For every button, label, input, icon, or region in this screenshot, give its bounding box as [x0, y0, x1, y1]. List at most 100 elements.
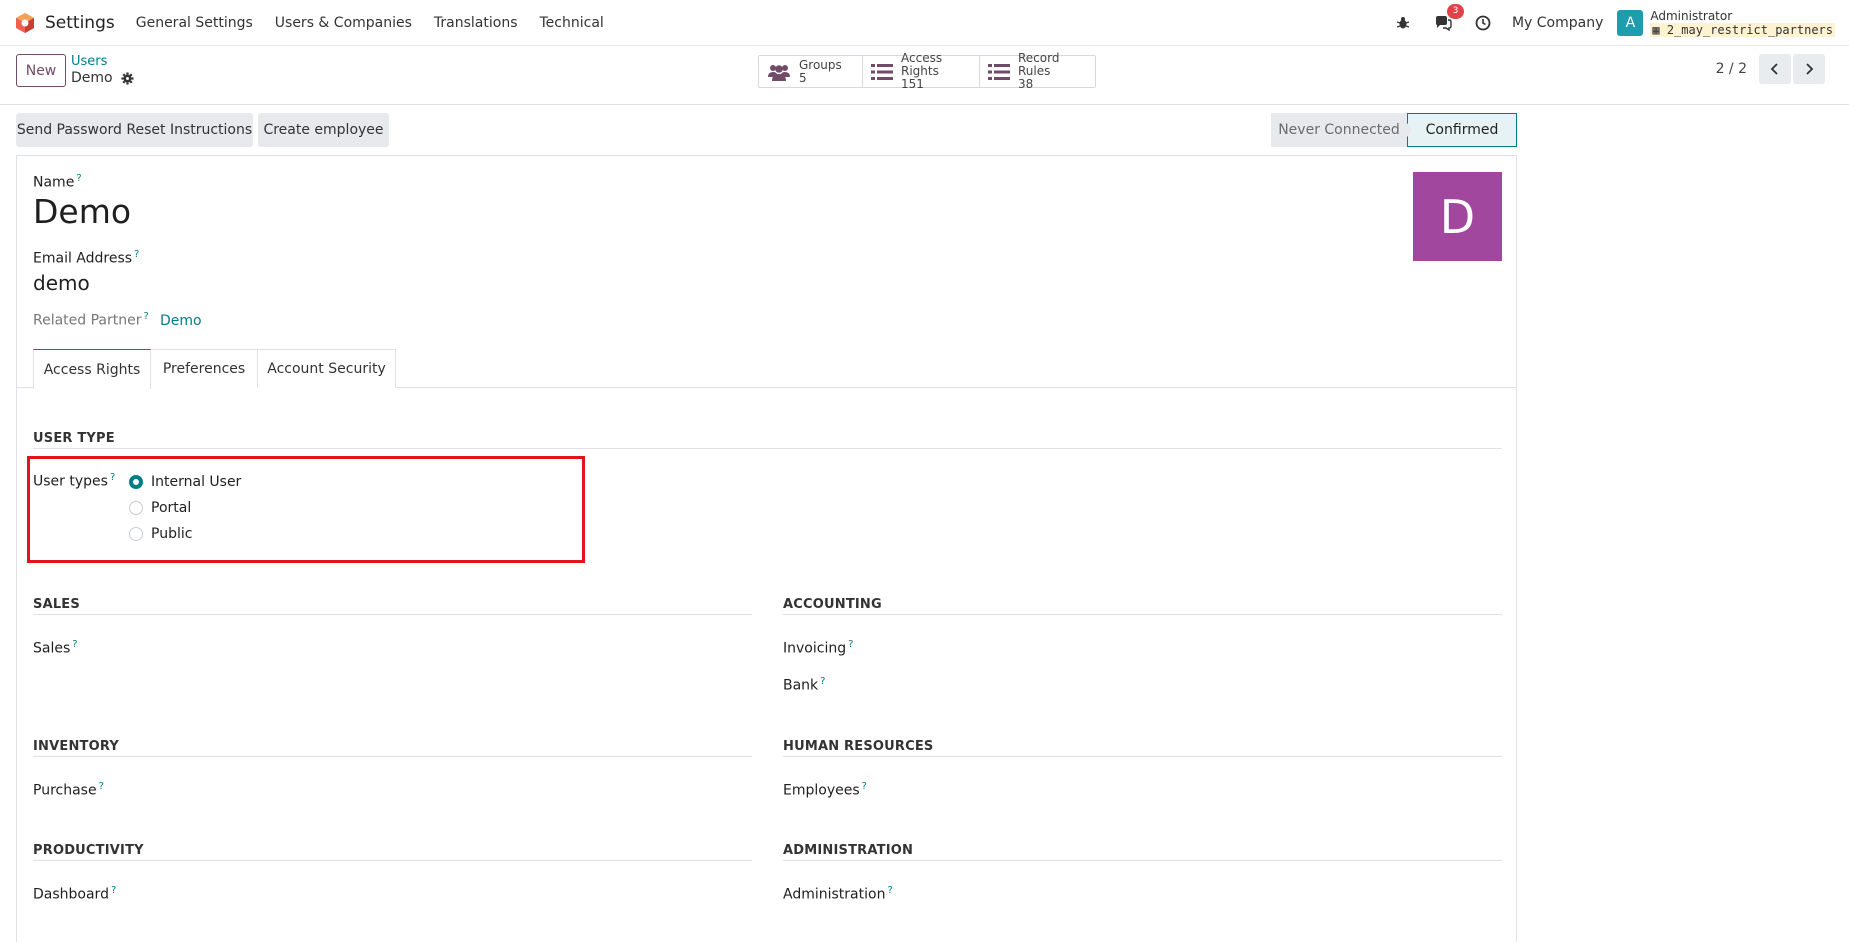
email-field[interactable]: demo	[33, 271, 90, 295]
new-button[interactable]: New	[16, 54, 66, 87]
tab-account-security[interactable]: Account Security	[257, 349, 396, 388]
chevron-right-icon	[1806, 63, 1814, 75]
productivity-heading: PRODUCTIVITY	[33, 843, 144, 858]
record-rules-smart-button[interactable]: Record Rules 38	[980, 52, 1095, 91]
administration-field-label-text: Administration	[783, 886, 886, 903]
purchase-field-label-text: Purchase	[33, 782, 97, 799]
gear-icon[interactable]	[121, 71, 134, 85]
access-rights-smart-button[interactable]: Access Rights 151	[863, 52, 980, 91]
groups-label: Groups	[799, 57, 842, 72]
help-tooltip-icon[interactable]: ?	[144, 311, 149, 322]
breadcrumb-current-label: Demo	[71, 70, 113, 86]
list-icon	[871, 62, 893, 82]
user-type-heading: USER TYPE	[33, 431, 115, 446]
employees-field-label-text: Employees	[783, 782, 860, 799]
help-tooltip-icon[interactable]: ?	[862, 781, 867, 792]
access-rights-label: Access Rights	[901, 51, 943, 78]
section-divider	[33, 860, 752, 861]
user-avatar[interactable]: A	[1617, 10, 1644, 36]
chevron-left-icon	[1770, 63, 1778, 75]
email-label-text: Email Address	[33, 250, 133, 267]
form-statusbar: Send Password Reset Instructions Create …	[16, 113, 1517, 147]
section-divider	[783, 614, 1502, 615]
database-name: ▦ 2_may_restrict_partners	[1650, 23, 1835, 37]
stage-arrow	[1400, 113, 1412, 147]
related-partner-link[interactable]: Demo	[160, 313, 202, 329]
administration-heading: ADMINISTRATION	[783, 843, 914, 858]
tab-preferences[interactable]: Preferences	[150, 349, 258, 388]
record-rules-label: Record Rules	[1018, 51, 1060, 78]
employees-field-label: Employees?	[783, 781, 867, 799]
section-divider	[33, 756, 752, 757]
invoicing-field-label: Invoicing?	[783, 639, 853, 657]
section-divider	[33, 448, 1502, 449]
activity-clock-icon[interactable]	[1472, 12, 1494, 34]
odoo-app-icon[interactable]	[14, 12, 36, 34]
administration-field-label: Administration?	[783, 885, 893, 903]
name-label: Name?	[33, 173, 82, 191]
breadcrumb-users[interactable]: Users	[71, 54, 107, 69]
accounting-heading: ACCOUNTING	[783, 597, 882, 612]
access-rights-count: 151	[901, 77, 924, 91]
debug-bug-icon[interactable]	[1392, 12, 1414, 34]
pager-previous-button[interactable]	[1759, 54, 1791, 84]
help-tooltip-icon[interactable]: ?	[820, 676, 825, 687]
section-divider	[33, 614, 752, 615]
sales-heading: SALES	[33, 597, 80, 612]
smart-buttons: Groups 5 Access Rights 151 Record Rules 38	[758, 52, 1096, 91]
inventory-heading: INVENTORY	[33, 739, 119, 754]
tab-access-rights[interactable]: Access Rights	[33, 349, 151, 389]
messages-chat-icon[interactable]: 3	[1432, 4, 1464, 34]
related-partner-label: Related Partner?	[33, 311, 149, 329]
help-tooltip-icon[interactable]: ?	[72, 639, 77, 650]
send-password-reset-button[interactable]: Send Password Reset Instructions	[16, 113, 253, 147]
section-divider	[783, 756, 1502, 757]
pager: 2 / 2	[1716, 54, 1825, 84]
help-tooltip-icon[interactable]: ?	[848, 639, 853, 650]
highlight-annotation-box	[27, 456, 585, 563]
dashboard-field-label-text: Dashboard	[33, 886, 109, 903]
users-icon	[767, 62, 791, 82]
menu-translations[interactable]: Translations	[434, 15, 518, 31]
bank-field-label-text: Bank	[783, 677, 819, 694]
pager-value[interactable]: 2 / 2	[1716, 61, 1747, 77]
related-partner-label-text: Related Partner	[33, 312, 142, 329]
human-resources-heading: HUMAN RESOURCES	[783, 739, 934, 754]
menu-users-companies[interactable]: Users & Companies	[275, 15, 412, 31]
stage-confirmed[interactable]: Confirmed	[1407, 113, 1517, 147]
name-field[interactable]: Demo	[33, 192, 131, 231]
user-menu[interactable]: Administrator ▦ 2_may_restrict_partners	[1650, 9, 1835, 37]
purchase-field-label: Purchase?	[33, 781, 104, 799]
menu-general-settings[interactable]: General Settings	[136, 15, 253, 31]
breadcrumb-current: Demo	[71, 70, 134, 86]
user-avatar-image[interactable]: D	[1413, 172, 1502, 261]
help-tooltip-icon[interactable]: ?	[99, 781, 104, 792]
list-icon	[988, 62, 1010, 82]
database-icon: ▦	[1652, 23, 1660, 37]
name-label-text: Name	[33, 174, 75, 191]
top-navbar: Settings General Settings Users & Compan…	[0, 0, 1849, 46]
groups-smart-button[interactable]: Groups 5	[759, 56, 863, 87]
invoicing-field-label-text: Invoicing	[783, 640, 847, 657]
bank-field-label: Bank?	[783, 676, 825, 694]
help-tooltip-icon[interactable]: ?	[76, 173, 81, 184]
control-panel: New Users Demo Groups 5 Access Rights 151 …	[0, 46, 1849, 105]
app-title[interactable]: Settings	[45, 13, 115, 33]
main-menu: General Settings Users & Companies Trans…	[136, 15, 626, 31]
help-tooltip-icon[interactable]: ?	[134, 249, 139, 260]
sales-field-label-text: Sales	[33, 640, 71, 657]
stage-never-connected[interactable]: Never Connected	[1271, 113, 1407, 147]
menu-technical[interactable]: Technical	[540, 15, 604, 31]
groups-count: 5	[799, 70, 807, 85]
help-tooltip-icon[interactable]: ?	[111, 885, 116, 896]
pager-next-button[interactable]	[1793, 54, 1825, 84]
user-name: Administrator	[1650, 9, 1733, 23]
create-employee-button[interactable]: Create employee	[258, 113, 389, 147]
help-tooltip-icon[interactable]: ?	[887, 885, 892, 896]
messages-count-badge: 3	[1446, 4, 1464, 19]
dashboard-field-label: Dashboard?	[33, 885, 116, 903]
database-name-text: 2_may_restrict_partners	[1666, 23, 1833, 37]
notebook-tabs: Access Rights Preferences Account Securi…	[17, 349, 1516, 389]
company-switcher[interactable]: My Company	[1512, 15, 1603, 31]
navbar-systray: 3 My Company A Administrator ▦ 2_may_res…	[1392, 0, 1849, 46]
